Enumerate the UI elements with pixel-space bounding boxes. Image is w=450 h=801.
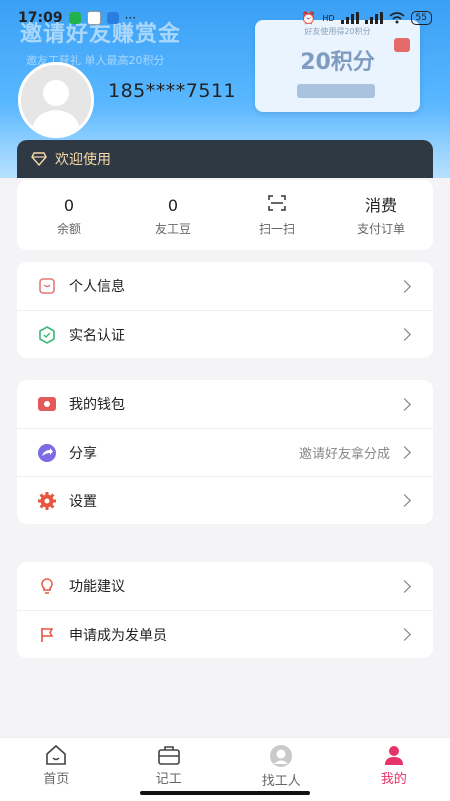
stat-balance[interactable]: 0 余额 [17, 180, 121, 250]
menu-group-feedback: 功能建议 申请成为发单员 [17, 562, 433, 658]
menu-item-wallet[interactable]: 我的钱包 [17, 380, 433, 428]
stat-label: 扫一扫 [259, 220, 295, 237]
tab-mine[interactable]: 我的 [338, 738, 450, 801]
menu-group-profile: 个人信息 实名认证 [17, 262, 433, 358]
lightbulb-icon [37, 576, 57, 596]
scan-icon [268, 194, 286, 218]
menu-item-share[interactable]: 分享 邀请好友拿分成 [17, 428, 433, 476]
chevron-right-icon [398, 580, 411, 593]
stat-label: 友工豆 [155, 220, 191, 237]
menu-item-label: 实名认证 [69, 325, 400, 345]
more-notifications-icon: ··· [125, 11, 136, 25]
menu-item-label: 设置 [69, 491, 400, 511]
avatar[interactable] [18, 62, 94, 138]
wallet-icon [37, 394, 57, 414]
account-stats-card: 0 余额 0 友工豆 扫一扫 消费 支付订单 [17, 180, 433, 250]
signal-icon [341, 12, 359, 24]
share-hint: 邀请好友拿分成 [299, 443, 390, 462]
menu-item-settings[interactable]: 设置 [17, 476, 433, 524]
share-icon [37, 443, 57, 463]
tab-label: 记工 [156, 768, 182, 787]
message-notification-icon [87, 11, 101, 25]
wechat-notification-icon [69, 12, 81, 24]
menu-item-personal-info[interactable]: 个人信息 [17, 262, 433, 310]
promo-card-button[interactable] [297, 84, 375, 98]
verify-shield-icon [37, 325, 57, 345]
chevron-right-icon [398, 446, 411, 459]
menu-item-label: 我的钱包 [69, 394, 400, 414]
status-bar: 17:09 ··· ⏰ HD 55 [0, 0, 450, 36]
app-notification-icon [107, 12, 119, 24]
menu-item-label: 功能建议 [69, 576, 400, 596]
stat-label: 余额 [57, 220, 81, 237]
welcome-bar[interactable]: 欢迎使用 [17, 140, 433, 178]
menu-item-real-name-verification[interactable]: 实名认证 [17, 310, 433, 358]
tab-home[interactable]: 首页 [0, 738, 113, 801]
tab-label: 首页 [43, 768, 69, 787]
menu-item-label: 分享 [69, 443, 299, 463]
default-avatar-icon [21, 65, 91, 135]
stat-label: 支付订单 [357, 220, 405, 237]
tab-label: 找工人 [262, 770, 301, 789]
menu-item-feature-suggestion[interactable]: 功能建议 [17, 562, 433, 610]
battery-level: 55 [411, 11, 432, 25]
stat-value: 0 [64, 194, 74, 218]
stat-scan[interactable]: 扫一扫 [225, 180, 329, 250]
profile-card-icon [37, 276, 57, 296]
diamond-icon [31, 152, 47, 166]
chevron-right-icon [398, 398, 411, 411]
stat-payment-orders[interactable]: 消费 支付订单 [329, 180, 433, 250]
home-icon [44, 744, 68, 766]
briefcase-icon [157, 744, 181, 766]
menu-item-label: 申请成为发单员 [69, 625, 400, 645]
network-type: HD [322, 14, 334, 23]
worker-avatar-icon [268, 744, 294, 768]
promo-badge [394, 38, 410, 52]
user-icon [382, 744, 406, 766]
stat-value: 消费 [365, 194, 397, 218]
menu-item-apply-dispatcher[interactable]: 申请成为发单员 [17, 610, 433, 658]
chevron-right-icon [398, 494, 411, 507]
flag-icon [37, 625, 57, 645]
status-time: 17:09 [18, 10, 63, 26]
tab-label: 我的 [381, 768, 407, 787]
stat-youbean[interactable]: 0 友工豆 [121, 180, 225, 250]
chevron-right-icon [398, 628, 411, 641]
chevron-right-icon [398, 280, 411, 293]
alarm-icon: ⏰ [301, 11, 316, 25]
gear-icon [37, 491, 57, 511]
signal-2-icon [365, 12, 383, 24]
wifi-icon [389, 12, 405, 24]
stat-value: 0 [168, 194, 178, 218]
welcome-label: 欢迎使用 [55, 149, 111, 169]
menu-item-label: 个人信息 [69, 276, 400, 296]
chevron-right-icon [398, 328, 411, 341]
home-indicator[interactable] [140, 791, 310, 795]
user-phone: 185****7511 [108, 80, 236, 102]
menu-group-wallet: 我的钱包 分享 邀请好友拿分成 设置 [17, 380, 433, 524]
